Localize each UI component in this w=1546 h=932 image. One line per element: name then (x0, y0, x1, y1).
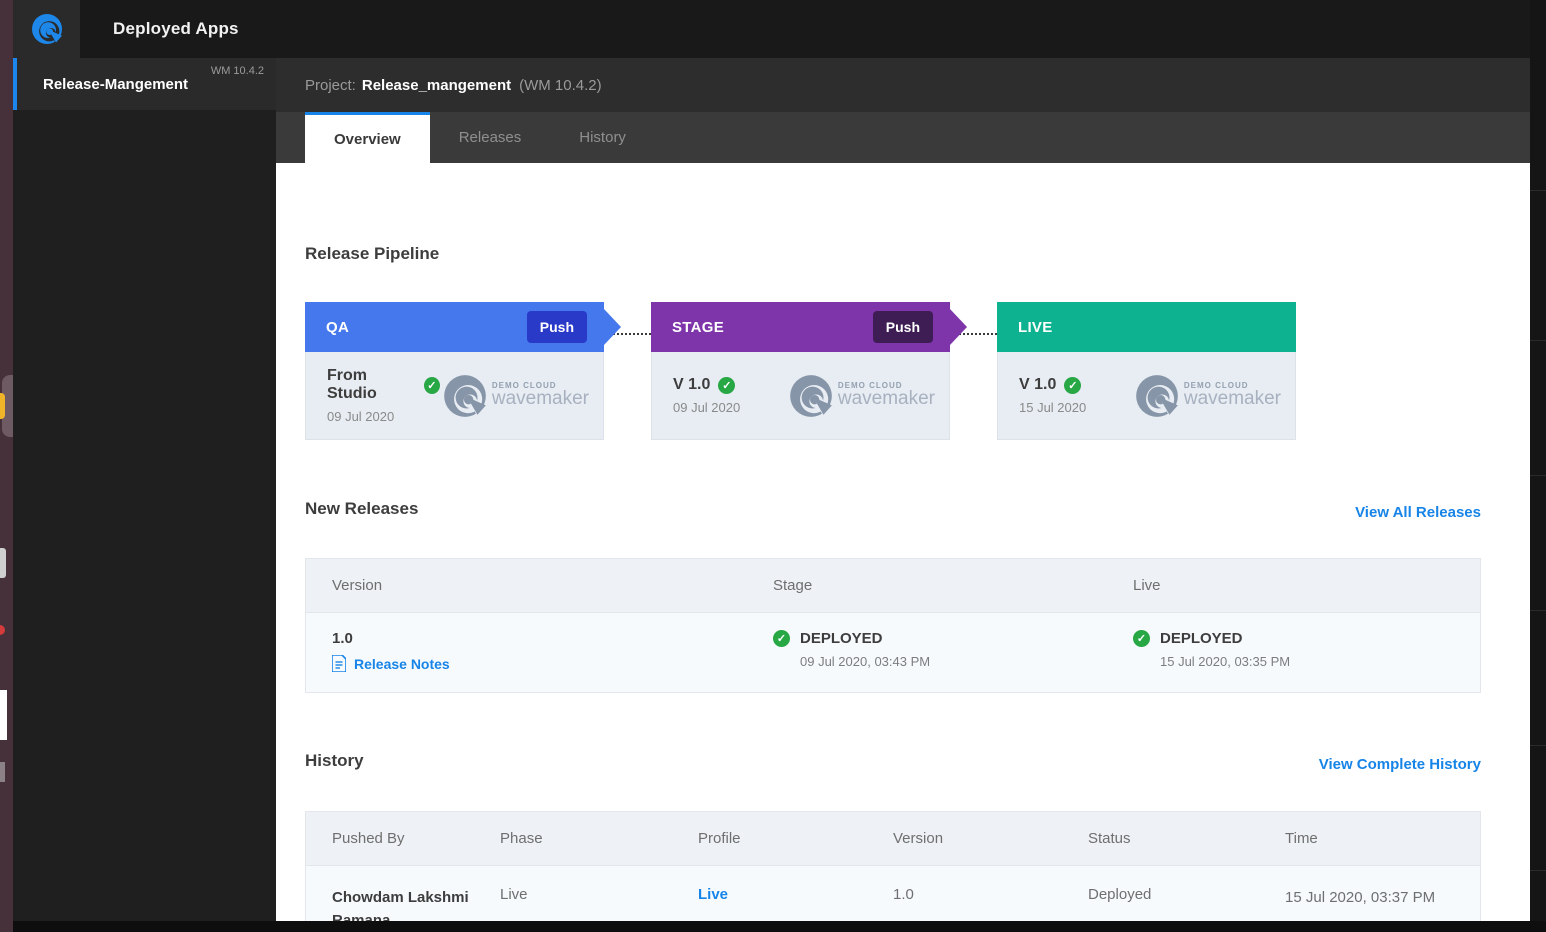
new-releases-table-header: Version Stage Live (306, 559, 1480, 612)
brand-line2: wavemaker (1184, 388, 1281, 410)
live-version: V 1.0 (1019, 376, 1056, 394)
project-name: Release_mangement (362, 77, 511, 94)
tab-overview[interactable]: Overview (305, 112, 430, 163)
column-header-pushed-by: Pushed By (306, 830, 500, 847)
history-status: Deployed (1088, 886, 1285, 903)
top-bar: Deployed Apps (13, 0, 1530, 58)
wavemaker-wave-icon (440, 371, 490, 421)
live-date: 15 Jul 2020 (1019, 400, 1086, 415)
history-table: Pushed By Phase Profile Version Status T… (305, 811, 1481, 921)
live-deploy-time: 15 Jul 2020, 03:35 PM (1160, 654, 1480, 669)
live-card-header: LIVE (997, 302, 1296, 352)
column-header-stage: Stage (773, 577, 1133, 594)
qa-push-button[interactable]: Push (527, 311, 587, 343)
document-icon (332, 655, 346, 672)
page-title: Deployed Apps (113, 0, 239, 58)
live-stage-name: LIVE (1018, 319, 1279, 336)
qa-date: 09 Jul 2020 (327, 409, 440, 424)
qa-card-body: From Studio ✓ 09 Jul 2020 (305, 352, 604, 440)
background-window-strip (1530, 0, 1546, 932)
qa-arrow-icon (604, 309, 621, 345)
tab-releases[interactable]: Releases (430, 112, 551, 163)
column-header-live: Live (1133, 577, 1480, 594)
release-pipeline-heading: Release Pipeline (305, 242, 1521, 266)
main-panel: Project: Release_mangement (WM 10.4.2) O… (276, 58, 1530, 921)
wavemaker-wave-icon (1132, 371, 1182, 421)
os-dock-strip (0, 0, 13, 932)
stage-version: V 1.0 (673, 376, 710, 394)
brand-line2: wavemaker (492, 388, 589, 410)
window-bottom-edge (13, 921, 1546, 932)
project-label: Project: (305, 77, 356, 94)
tab-bar: Overview Releases History (276, 112, 1530, 163)
demo-cloud-brand: DEMO CLOUD wavemaker (440, 371, 589, 421)
wavemaker-wave-icon (29, 11, 65, 47)
stage-arrow-icon (950, 309, 967, 345)
release-pipeline: QA Push From Studio ✓ 09 Jul 2020 (305, 302, 1521, 440)
table-row: Chowdam Lakshmi Ramana Live Live 1.0 Dep… (306, 865, 1480, 921)
new-releases-table: Version Stage Live 1.0 (305, 558, 1481, 693)
dock-icon[interactable] (0, 625, 5, 635)
table-row: 1.0 Release N (306, 612, 1480, 692)
column-header-phase: Phase (500, 830, 698, 847)
demo-cloud-brand: DEMO CLOUD wavemaker (786, 371, 935, 421)
history-pushed-by: Chowdam Lakshmi Ramana (306, 886, 500, 921)
deployed-check-icon: ✓ (1133, 630, 1150, 647)
app-window: Deployed Apps Release-Mangement WM 10.4.… (13, 0, 1530, 932)
qa-stage-name: QA (326, 319, 527, 336)
deployed-check-icon: ✓ (773, 630, 790, 647)
sidebar: Release-Mangement WM 10.4.2 (13, 58, 276, 921)
dock-icon[interactable] (0, 393, 5, 419)
sidebar-project-version: WM 10.4.2 (211, 65, 264, 77)
dock-icon[interactable] (0, 762, 5, 782)
history-version: 1.0 (893, 886, 1088, 903)
stage-stage-name: STAGE (672, 319, 873, 336)
live-status: DEPLOYED (1160, 630, 1243, 647)
column-header-version: Version (306, 577, 773, 594)
brand-line2: wavemaker (838, 388, 935, 410)
deployed-check-icon: ✓ (718, 377, 735, 394)
new-releases-heading: New Releases (305, 497, 418, 521)
screen: Deployed Apps Release-Mangement WM 10.4.… (0, 0, 1546, 932)
column-header-status: Status (1088, 830, 1285, 847)
column-header-profile: Profile (698, 830, 893, 847)
wavemaker-logo[interactable] (13, 0, 80, 58)
sidebar-item-project[interactable]: Release-Mangement WM 10.4.2 (13, 58, 276, 110)
release-notes-link[interactable]: Release Notes (332, 655, 773, 672)
stage-push-button[interactable]: Push (873, 311, 933, 343)
project-header: Project: Release_mangement (WM 10.4.2) (276, 58, 1530, 112)
column-header-version: Version (893, 830, 1088, 847)
qa-version: From Studio (327, 367, 416, 403)
history-heading: History (305, 749, 364, 773)
sidebar-project-name: Release-Mangement (43, 76, 188, 93)
release-version: 1.0 (332, 630, 773, 647)
demo-cloud-brand: DEMO CLOUD wavemaker (1132, 371, 1281, 421)
deployed-check-icon: ✓ (424, 377, 440, 394)
tab-history[interactable]: History (550, 112, 655, 163)
stage-status: DEPLOYED (800, 630, 883, 647)
history-phase: Live (500, 886, 698, 903)
stage-card-header: STAGE Push (651, 302, 950, 352)
history-time: 15 Jul 2020, 03:37 PM (1285, 886, 1480, 909)
live-card-body: V 1.0 ✓ 15 Jul 2020 (997, 352, 1296, 440)
deployed-check-icon: ✓ (1064, 377, 1081, 394)
column-header-time: Time (1285, 830, 1480, 847)
history-table-header: Pushed By Phase Profile Version Status T… (306, 812, 1480, 865)
view-complete-history-link[interactable]: View Complete History (1319, 756, 1481, 773)
dock-icon[interactable] (0, 690, 7, 740)
project-version: (WM 10.4.2) (519, 77, 602, 94)
view-all-releases-link[interactable]: View All Releases (1355, 504, 1481, 521)
pipeline-card-stage: STAGE Push V 1.0 ✓ 09 Jul 2020 (651, 302, 950, 440)
history-profile-link[interactable]: Live (698, 886, 728, 903)
release-notes-label: Release Notes (354, 656, 450, 672)
pipeline-card-live: LIVE V 1.0 ✓ 15 Jul 2020 (997, 302, 1296, 440)
pipeline-card-qa: QA Push From Studio ✓ 09 Jul 2020 (305, 302, 604, 440)
stage-date: 09 Jul 2020 (673, 400, 740, 415)
wavemaker-wave-icon (786, 371, 836, 421)
stage-deploy-time: 09 Jul 2020, 03:43 PM (800, 654, 1133, 669)
dock-icon[interactable] (0, 548, 6, 578)
stage-card-body: V 1.0 ✓ 09 Jul 2020 (651, 352, 950, 440)
overview-content: Release Pipeline QA Push From Studi (276, 163, 1521, 921)
qa-card-header: QA Push (305, 302, 604, 352)
